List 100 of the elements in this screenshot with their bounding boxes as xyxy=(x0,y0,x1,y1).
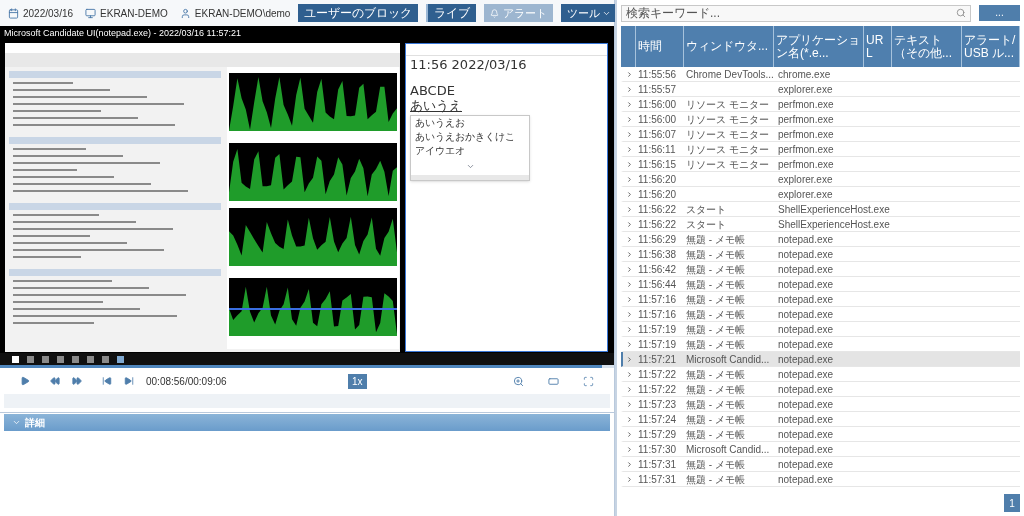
candidate-item[interactable]: アイウエオ xyxy=(411,144,529,158)
table-row[interactable]: 11:56:22 スタート ShellExperienceHost.exe xyxy=(621,202,1020,217)
fast-forward-icon[interactable] xyxy=(72,376,82,386)
time-cell-text: 11:56:00 xyxy=(637,112,678,127)
block-user-button[interactable]: ユーザーのブロック xyxy=(298,4,419,22)
window-title-cell: 無題 - メモ帳 xyxy=(686,278,745,290)
time-cell-text: 11:57:22 xyxy=(637,382,678,397)
skip-forward-icon[interactable] xyxy=(124,376,134,386)
application-cell-text: perfmon.exe xyxy=(777,127,835,142)
window-title-cell: リソース モニター xyxy=(686,128,769,140)
page-button[interactable]: 1 xyxy=(1004,494,1020,512)
skip-back-icon[interactable] xyxy=(102,376,112,386)
zoom-in-icon[interactable] xyxy=(513,375,524,387)
table-row[interactable]: 11:55:56 Chrome DevTools... chrome.exe xyxy=(621,67,1020,82)
table-row[interactable]: 11:57:16 無題 - メモ帳 notepad.exe xyxy=(621,292,1020,307)
time-cell-text: 11:57:23 xyxy=(637,397,678,412)
table-row[interactable]: 11:57:21 Microsoft Candid... notepad.exe xyxy=(621,352,1020,367)
chevron-icon xyxy=(465,162,475,171)
window-title-cell: スタート xyxy=(686,203,726,215)
window-title-cell: リソース モニター xyxy=(686,98,769,110)
speed-button[interactable]: 1x xyxy=(348,373,367,389)
window-title-cell: 無題 - メモ帳 xyxy=(686,293,745,305)
window-title-cell: 無題 - メモ帳 xyxy=(686,323,745,335)
table-row[interactable]: 11:57:19 無題 - メモ帳 notepad.exe xyxy=(621,322,1020,337)
table-row[interactable]: 11:56:29 無題 - メモ帳 notepad.exe xyxy=(621,232,1020,247)
table-row[interactable]: 11:57:16 無題 - メモ帳 notepad.exe xyxy=(621,307,1020,322)
time-cell-text: 11:56:38 xyxy=(637,247,678,262)
bell-icon xyxy=(490,8,500,18)
window-title-cell: 無題 - メモ帳 xyxy=(686,398,745,410)
table-row[interactable]: 11:57:29 無題 - メモ帳 notepad.exe xyxy=(621,427,1020,442)
table-row[interactable]: 11:57:31 無題 - メモ帳 notepad.exe xyxy=(621,457,1020,472)
table-row[interactable]: 11:57:23 無題 - メモ帳 notepad.exe xyxy=(621,397,1020,412)
window-title-cell: 無題 - メモ帳 xyxy=(686,308,745,320)
application-cell-text: perfmon.exe xyxy=(777,112,835,127)
fit-screen-icon[interactable] xyxy=(583,375,594,387)
application-cell-text: notepad.exe xyxy=(777,397,835,412)
time-cell-text: 11:56:00 xyxy=(637,97,678,112)
table-row[interactable]: 11:56:38 無題 - メモ帳 notepad.exe xyxy=(621,247,1020,262)
rewind-icon[interactable] xyxy=(50,376,60,386)
table-row[interactable]: 11:57:22 無題 - メモ帳 notepad.exe xyxy=(621,382,1020,397)
table-row[interactable]: 11:56:11 リソース モニター perfmon.exe xyxy=(621,142,1020,157)
table-row[interactable]: 11:56:44 無題 - メモ帳 notepad.exe xyxy=(621,277,1020,292)
time-cell-text: 11:57:31 xyxy=(637,457,678,472)
table-row[interactable]: 11:56:00 リソース モニター perfmon.exe xyxy=(621,112,1020,127)
more-button[interactable]: ... xyxy=(979,5,1020,21)
table-row[interactable]: 11:57:19 無題 - メモ帳 notepad.exe xyxy=(621,337,1020,352)
application-cell-text: ShellExperienceHost.exe xyxy=(777,217,891,232)
table-row[interactable]: 11:56:20 explorer.exe xyxy=(621,172,1020,187)
application-cell-text: notepad.exe xyxy=(777,472,835,487)
application-cell-text: explorer.exe xyxy=(777,172,834,187)
table-row[interactable]: 11:56:42 無題 - メモ帳 notepad.exe xyxy=(621,262,1020,277)
time-cell-text: 11:56:20 xyxy=(637,187,678,202)
application-cell-text: ShellExperienceHost.exe xyxy=(777,202,891,217)
window-title-cell: 無題 - メモ帳 xyxy=(686,263,745,275)
live-button[interactable]: ライブ xyxy=(426,4,477,22)
screen-icon[interactable] xyxy=(548,375,559,387)
table-row[interactable]: 11:56:22 スタート ShellExperienceHost.exe xyxy=(621,217,1020,232)
window-title-cell: Microsoft Candid... xyxy=(686,443,770,455)
play-icon[interactable] xyxy=(20,376,30,386)
user-name: EKRAN-DEMO\demo xyxy=(194,6,291,21)
computer-name: EKRAN-DEMO xyxy=(100,6,168,21)
window-title-cell: 無題 - メモ帳 xyxy=(686,338,745,350)
time-cell-text: 11:55:57 xyxy=(637,82,678,97)
time-cell-text: 11:56:20 xyxy=(637,172,678,187)
table-row[interactable]: 11:56:00 リソース モニター perfmon.exe xyxy=(621,97,1020,112)
notepad-text: 11:56 2022/03/16 xyxy=(410,58,528,72)
time-cell-text: 11:57:31 xyxy=(637,472,678,487)
application-cell-text: notepad.exe xyxy=(777,352,835,367)
application-cell-text: notepad.exe xyxy=(777,277,835,292)
composing-text: あいうえ xyxy=(410,98,462,113)
tools-button[interactable]: ツール xyxy=(561,4,618,22)
time-cell-text: 11:56:42 xyxy=(637,262,678,277)
time-cell-text: 11:57:24 xyxy=(637,412,678,427)
table-row[interactable]: 11:56:15 リソース モニター perfmon.exe xyxy=(621,157,1020,172)
time-cell-text: 11:56:22 xyxy=(637,202,678,217)
candidate-item[interactable]: あいうえお xyxy=(411,116,529,130)
window-title-cell: 無題 - メモ帳 xyxy=(686,233,745,245)
application-cell-text: notepad.exe xyxy=(777,262,835,277)
table-row[interactable]: 11:57:24 無題 - メモ帳 notepad.exe xyxy=(621,412,1020,427)
application-cell-text: chrome.exe xyxy=(777,67,832,82)
application-cell-text: perfmon.exe xyxy=(777,157,835,172)
window-title-cell: 無題 - メモ帳 xyxy=(686,428,745,440)
recording-title: Microsoft Candidate UI(notepad.exe) - 2022/03/16 11:57:21 xyxy=(0,26,614,40)
notepad-text: ABCDE xyxy=(410,84,456,98)
table-row[interactable]: 11:56:07 リソース モニター perfmon.exe xyxy=(621,127,1020,142)
application-cell-text: explorer.exe xyxy=(777,187,834,202)
playback-time: 00:08:56/00:09:06 xyxy=(146,374,228,389)
table-row[interactable]: 11:55:57 explorer.exe xyxy=(621,82,1020,97)
table-row[interactable]: 11:57:22 無題 - メモ帳 notepad.exe xyxy=(621,367,1020,382)
application-cell-text: notepad.exe xyxy=(777,247,835,262)
window-title-cell: リソース モニター xyxy=(686,143,769,155)
candidate-item[interactable]: あいうえおかきくけこ xyxy=(411,130,529,144)
time-cell-text: 11:57:16 xyxy=(637,292,678,307)
table-row[interactable]: 11:56:20 explorer.exe xyxy=(621,187,1020,202)
search-icon[interactable] xyxy=(956,8,966,18)
time-cell-text: 11:56:15 xyxy=(637,157,678,172)
table-row[interactable]: 11:57:30 Microsoft Candid... notepad.exe xyxy=(621,442,1020,457)
window-title-cell: 無題 - メモ帳 xyxy=(686,413,745,425)
window-title-cell: Microsoft Candid... xyxy=(686,353,770,365)
table-row[interactable]: 11:57:31 無題 - メモ帳 notepad.exe xyxy=(621,472,1020,487)
